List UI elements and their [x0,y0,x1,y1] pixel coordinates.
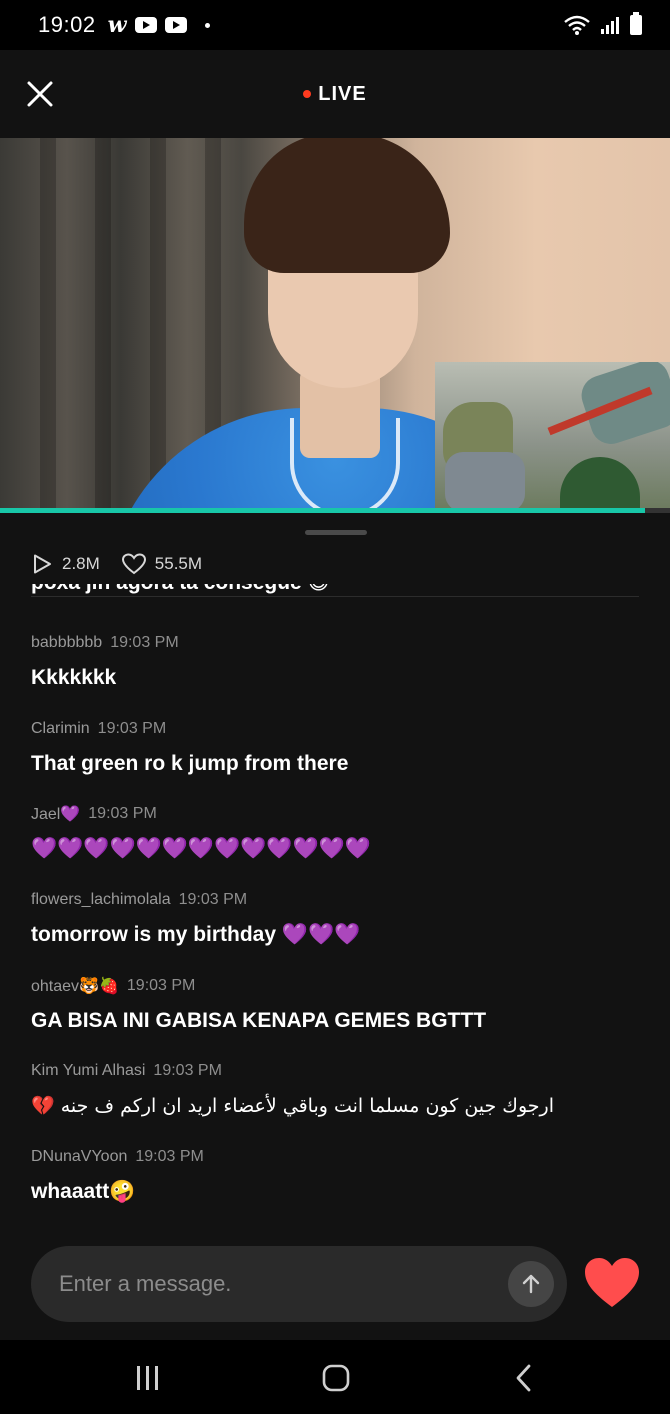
chat-message: Jael💜 19:03 PM 💜💜💜💜💜💜💜💜💜💜💜💜💜 [31,803,641,889]
message-composer [31,1246,567,1322]
views-stat: 2.8M [31,553,100,575]
live-label: LIVE [318,82,367,105]
chat-message: ohtaev🐯🍓 19:03 PM GA BISA INI GABISA KENA… [31,975,641,1061]
curtain-fold [95,138,111,512]
status-bar: 19:02 w [0,0,670,50]
recent-apps-button[interactable] [128,1362,168,1394]
heart-like-button[interactable] [583,1256,641,1310]
back-button[interactable] [504,1362,544,1394]
send-button[interactable] [508,1261,554,1307]
chat-username[interactable]: flowers_lachimolala [31,891,171,909]
chat-time: 19:03 PM [88,805,157,823]
clipped-chat-text: poxa jin agora ta consegue 😅 [31,584,631,595]
live-video[interactable] [0,138,670,512]
chat-username[interactable]: babbbbbb [31,634,102,652]
chat-text: 💜💜💜💜💜💜💜💜💜💜💜💜💜 [31,837,371,861]
video-progress-bar[interactable] [0,508,646,513]
chat-username[interactable]: Clarimin [31,720,90,738]
likes-count: 55.5M [154,554,203,573]
likes-stat: 55.5M [121,553,203,575]
recent-apps-icon [137,1366,158,1390]
system-icons [564,12,642,35]
live-dot-icon [303,90,312,98]
live-badge: LIVE [303,83,366,106]
sheet-drag-handle[interactable] [305,530,367,535]
battery-icon [630,12,642,35]
app-w-icon: w [107,12,127,38]
clipped-chat-message: poxa jin agora ta consegue 😅 [31,584,631,596]
game-rock [445,452,525,512]
chat-time: 19:03 PM [153,1062,222,1080]
heart-outline-icon [121,553,146,575]
game-tree [560,457,640,512]
youtube-icon [134,17,157,33]
chat-time: 19:03 PM [126,976,196,994]
youtube-icon [164,17,187,33]
curtain-fold [40,138,56,512]
chat-text: GA BISA INI GABISA KENAPA GEMES BGTTT [31,1008,487,1032]
status-time: 19:02 [38,12,96,37]
chat-time: 19:03 PM [97,719,167,737]
system-nav-bar [0,1340,670,1414]
chat-message: babbbbbb 19:03 PM Kkkkkkk [31,632,641,718]
chat-time: 19:03 PM [178,891,248,909]
chat-time: 19:03 PM [110,634,179,651]
signal-icon [601,17,619,34]
chat-text: tomorrow is my birthday 💜💜💜 [31,923,361,947]
chat-message: DNunaVYoon 19:03 PM whaaatt🤪 [31,1146,641,1232]
chat-time: 19:03 PM [135,1148,204,1166]
stats-row: 2.8M 55.5M [31,553,202,575]
chat-username[interactable]: Jael💜 [31,804,80,824]
home-button[interactable] [316,1362,356,1394]
chat-message: Clarimin 19:03 PM That green ro k jump fr… [31,718,641,804]
chat-message: Kim Yumi Alhasi 19:03 PM ارجوك جين كون مس… [31,1060,641,1146]
message-input[interactable] [59,1271,489,1297]
notification-icons: w [108,12,210,38]
play-icon [34,554,51,574]
chat-message: flowers_lachimolala 19:03 PM tomorrow is … [31,889,641,975]
live-header: LIVE [0,50,670,138]
chat-list[interactable]: babbbbbb 19:03 PM Kkkkkkk Clarimin 19:03 P… [31,632,641,1232]
chat-text: That green ro k jump from there [31,751,349,775]
chat-text: ارجوك جين كون مسلما انت وباقي لأعضاء اري… [31,1095,554,1118]
curtain-fold [150,138,166,512]
chat-text: Kkkkkkk [31,666,117,689]
game-pip-overlay [435,362,670,512]
chat-divider [31,596,639,597]
views-count: 2.8M [62,554,100,573]
back-icon [516,1364,531,1392]
arrow-up-icon [522,1274,540,1294]
chat-username[interactable]: Kim Yumi Alhasi [31,1062,145,1080]
wifi-icon [564,15,590,35]
streamer-hair [244,138,450,273]
home-icon [322,1364,350,1392]
more-notifications-icon [204,22,210,28]
chat-username[interactable]: DNunaVYoon [31,1148,127,1166]
chat-username[interactable]: ohtaev🐯🍓 [31,976,119,996]
close-icon[interactable] [26,80,54,108]
chat-text: whaaatt🤪 [31,1180,136,1204]
